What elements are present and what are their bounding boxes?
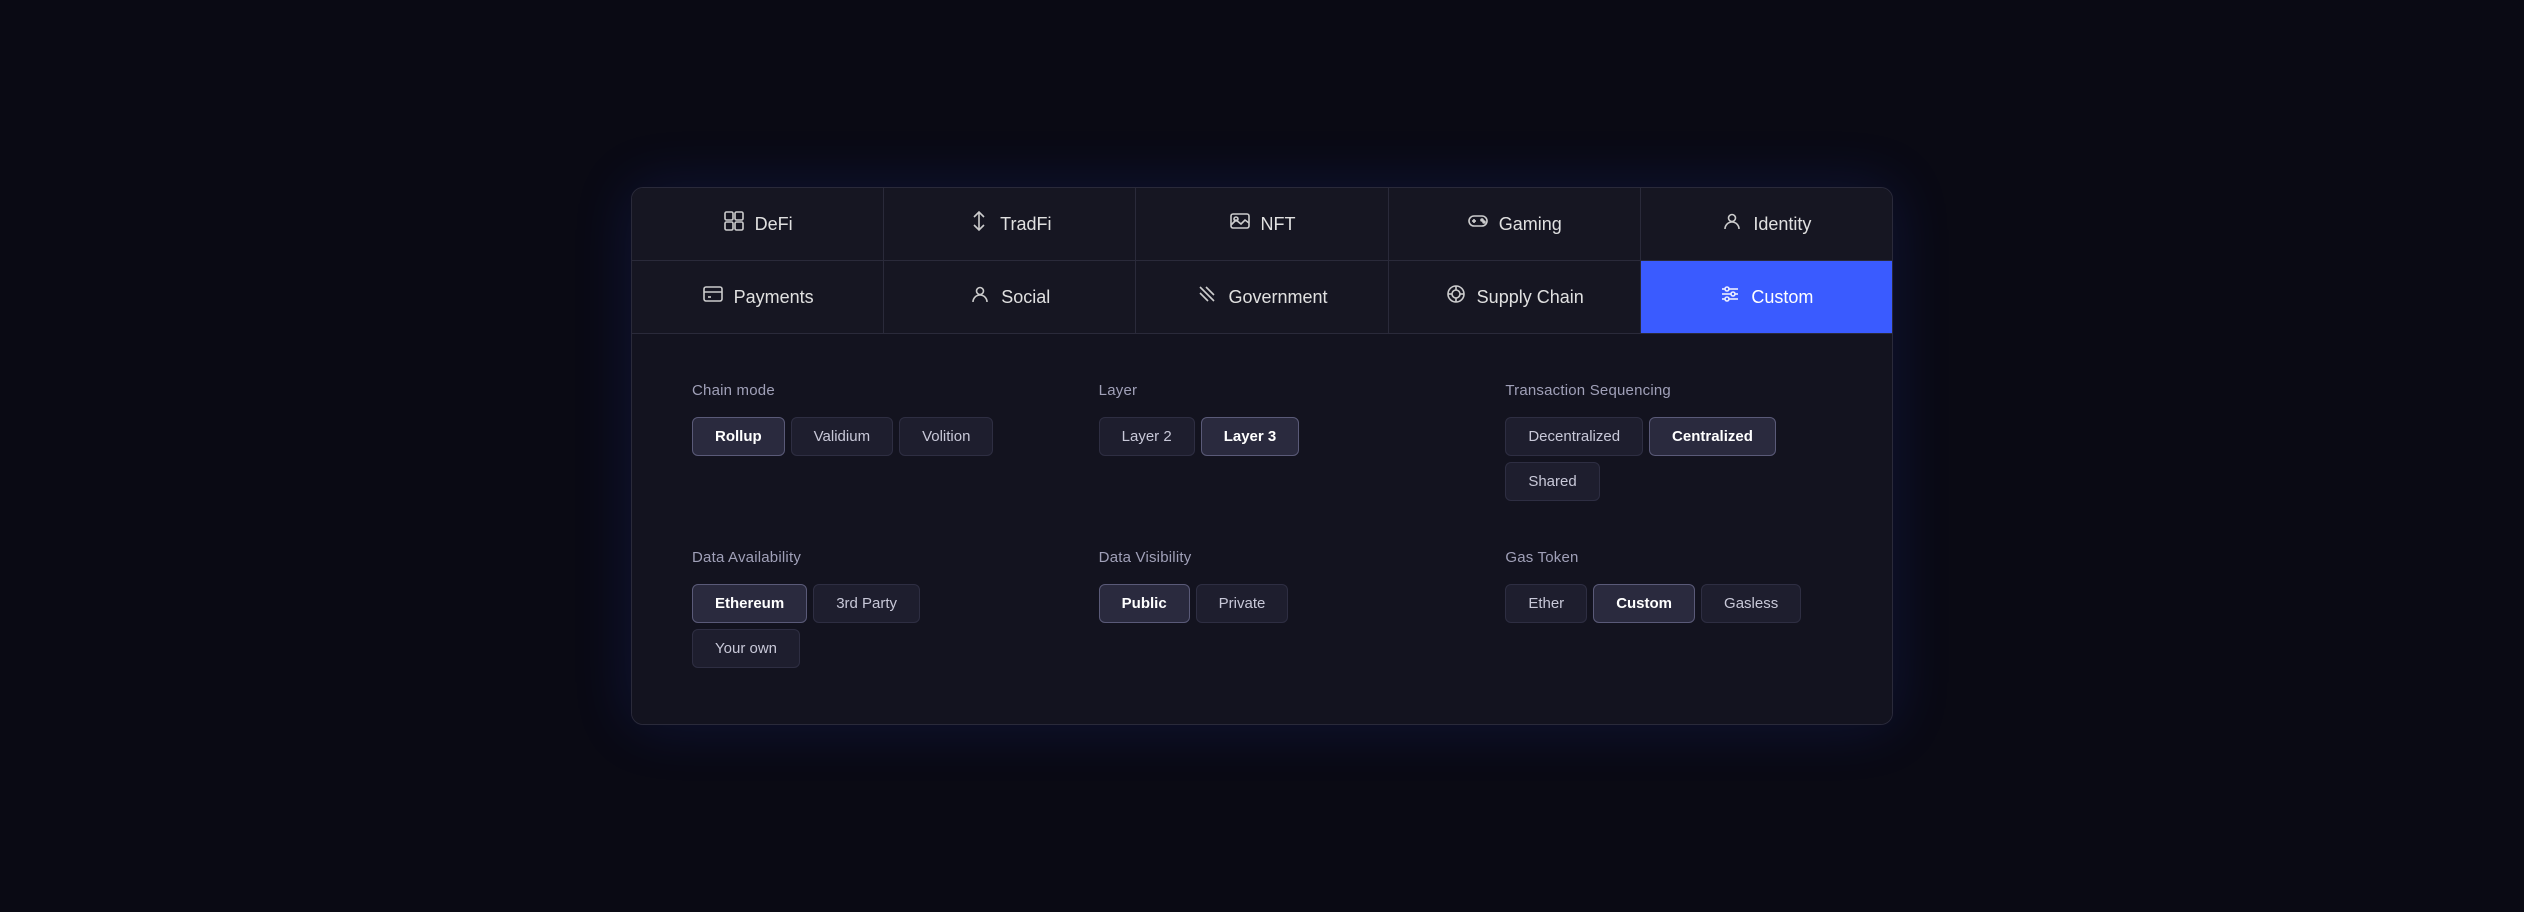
nav-item-social[interactable]: Social bbox=[884, 261, 1136, 333]
nav-label-payments: Payments bbox=[734, 287, 814, 308]
gas-token-group: Gas Token Ether Custom Gasless bbox=[1505, 549, 1832, 668]
data-visibility-group: Data Visibility Public Private bbox=[1099, 549, 1426, 668]
nav-item-defi[interactable]: DeFi bbox=[632, 188, 884, 260]
nav-item-tradfi[interactable]: TradFi bbox=[884, 188, 1136, 260]
tradfi-icon bbox=[968, 210, 990, 238]
nav-label-gaming: Gaming bbox=[1499, 214, 1562, 235]
social-icon bbox=[969, 283, 991, 311]
nav-item-payments[interactable]: Payments bbox=[632, 261, 884, 333]
gas-token-buttons: Ether Custom Gasless bbox=[1505, 584, 1832, 623]
chain-mode-buttons: Rollup Validium Volition bbox=[692, 417, 1019, 456]
data-availability-group: Data Availability Ethereum 3rd Party You… bbox=[692, 549, 1019, 668]
nav-row-1: DeFi TradFi bbox=[632, 188, 1892, 261]
layer-group: Layer Layer 2 Layer 3 bbox=[1099, 382, 1426, 501]
identity-icon bbox=[1721, 210, 1743, 238]
seq-decentralized[interactable]: Decentralized bbox=[1505, 417, 1643, 456]
nav-item-gaming[interactable]: Gaming bbox=[1389, 188, 1641, 260]
nav-row-2: Payments Social bbox=[632, 261, 1892, 333]
transaction-sequencing-group: Transaction Sequencing Decentralized Cen… bbox=[1505, 382, 1832, 501]
nav-label-social: Social bbox=[1001, 287, 1050, 308]
nav-label-identity: Identity bbox=[1753, 214, 1811, 235]
gt-custom[interactable]: Custom bbox=[1593, 584, 1695, 623]
government-icon bbox=[1196, 283, 1218, 311]
chain-mode-group: Chain mode Rollup Validium Volition bbox=[692, 382, 1019, 501]
main-content: Chain mode Rollup Validium Volition Laye… bbox=[632, 334, 1892, 724]
custom-icon bbox=[1719, 283, 1741, 311]
layer-3[interactable]: Layer 3 bbox=[1201, 417, 1300, 456]
gt-ether[interactable]: Ether bbox=[1505, 584, 1587, 623]
nav-item-custom[interactable]: Custom bbox=[1641, 261, 1892, 333]
nav-rows: DeFi TradFi bbox=[632, 188, 1892, 334]
dv-private[interactable]: Private bbox=[1196, 584, 1289, 623]
transaction-sequencing-buttons: Decentralized Centralized Shared bbox=[1505, 417, 1832, 501]
gt-gasless[interactable]: Gasless bbox=[1701, 584, 1801, 623]
data-availability-buttons: Ethereum 3rd Party Your own bbox=[692, 584, 1019, 668]
nav-label-government: Government bbox=[1228, 287, 1327, 308]
main-container: DeFi TradFi bbox=[631, 187, 1893, 725]
gaming-icon bbox=[1467, 210, 1489, 238]
chain-mode-validium[interactable]: Validium bbox=[791, 417, 893, 456]
defi-icon bbox=[723, 210, 745, 238]
da-ethereum[interactable]: Ethereum bbox=[692, 584, 807, 623]
nav-label-nft: NFT bbox=[1261, 214, 1296, 235]
seq-centralized[interactable]: Centralized bbox=[1649, 417, 1776, 456]
layer-2[interactable]: Layer 2 bbox=[1099, 417, 1195, 456]
options-grid: Chain mode Rollup Validium Volition Laye… bbox=[692, 382, 1832, 668]
nav-item-supply-chain[interactable]: Supply Chain bbox=[1389, 261, 1641, 333]
seq-shared[interactable]: Shared bbox=[1505, 462, 1599, 501]
data-availability-label: Data Availability bbox=[692, 549, 1019, 566]
nft-icon bbox=[1229, 210, 1251, 238]
data-visibility-buttons: Public Private bbox=[1099, 584, 1426, 623]
layer-label: Layer bbox=[1099, 382, 1426, 399]
chain-mode-rollup[interactable]: Rollup bbox=[692, 417, 785, 456]
chain-mode-volition[interactable]: Volition bbox=[899, 417, 993, 456]
nav-label-custom: Custom bbox=[1751, 287, 1813, 308]
gas-token-label: Gas Token bbox=[1505, 549, 1832, 566]
nav-item-nft[interactable]: NFT bbox=[1136, 188, 1388, 260]
da-3rdparty[interactable]: 3rd Party bbox=[813, 584, 920, 623]
transaction-sequencing-label: Transaction Sequencing bbox=[1505, 382, 1832, 399]
nav-item-government[interactable]: Government bbox=[1136, 261, 1388, 333]
chain-mode-label: Chain mode bbox=[692, 382, 1019, 399]
dv-public[interactable]: Public bbox=[1099, 584, 1190, 623]
supply-chain-icon bbox=[1445, 283, 1467, 311]
nav-item-identity[interactable]: Identity bbox=[1641, 188, 1892, 260]
da-yourown[interactable]: Your own bbox=[692, 629, 800, 668]
nav-label-tradfi: TradFi bbox=[1000, 214, 1051, 235]
nav-label-supply-chain: Supply Chain bbox=[1477, 287, 1584, 308]
nav-label-defi: DeFi bbox=[755, 214, 793, 235]
data-visibility-label: Data Visibility bbox=[1099, 549, 1426, 566]
payments-icon bbox=[702, 283, 724, 311]
layer-buttons: Layer 2 Layer 3 bbox=[1099, 417, 1426, 456]
